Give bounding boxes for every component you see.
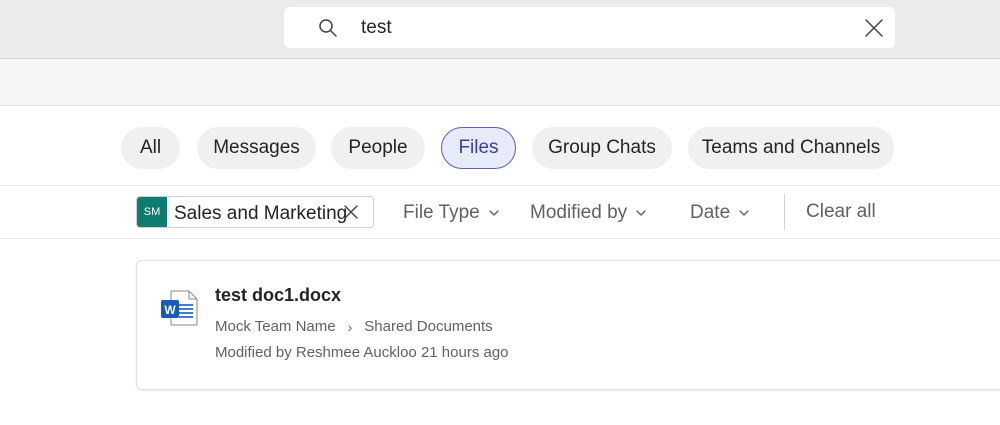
tab-group-chats[interactable]: Group Chats (532, 127, 672, 169)
tab-all[interactable]: All (121, 127, 180, 169)
clear-all-button[interactable]: Clear all (806, 201, 876, 223)
sub-header-bar (0, 59, 1000, 106)
scope-filter-chip[interactable]: SM Sales and Marketing (136, 196, 374, 228)
search-icon (318, 18, 338, 38)
close-icon[interactable] (864, 18, 884, 38)
top-bar (0, 0, 1000, 59)
file-name[interactable]: test doc1.docx (215, 285, 341, 306)
tab-people[interactable]: People (331, 127, 425, 169)
chevron-right-icon: › (347, 318, 353, 335)
result-type-tabs: All Messages People Files Group Chats Te… (0, 127, 1000, 169)
chevron-down-icon (739, 210, 749, 216)
chevron-down-icon (636, 210, 646, 216)
date-label: Date (690, 202, 731, 223)
modified-info: Modified by Reshmee Auckloo 21 hours ago (215, 344, 509, 361)
modified-by-label: Modified by (530, 202, 628, 223)
modified-by-dropdown[interactable]: Modified by (530, 201, 647, 225)
filter-separator (784, 194, 785, 230)
filter-bar: SM Sales and Marketing File Type Modifie… (0, 194, 1000, 230)
svg-text:W: W (164, 303, 176, 317)
team-name: Mock Team Name (215, 318, 336, 335)
scope-filter-label: Sales and Marketing (174, 203, 348, 224)
date-dropdown[interactable]: Date (690, 201, 750, 225)
team-avatar: SM (137, 197, 167, 227)
file-type-label: File Type (403, 202, 480, 223)
divider (0, 238, 1000, 239)
file-result-card[interactable]: W test doc1.docx Mock Team Name › Shared… (136, 260, 1000, 390)
word-document-icon: W (159, 288, 199, 328)
divider (0, 185, 1000, 186)
search-input[interactable] (361, 15, 821, 41)
remove-filter-icon[interactable] (343, 204, 359, 220)
tab-files[interactable]: Files (441, 127, 516, 169)
tab-teams-and-channels[interactable]: Teams and Channels (688, 127, 894, 169)
file-type-dropdown[interactable]: File Type (403, 201, 500, 225)
search-box[interactable] (284, 7, 895, 48)
file-path: Mock Team Name › Shared Documents (215, 318, 493, 335)
folder-name: Shared Documents (364, 318, 493, 335)
chevron-down-icon (489, 210, 499, 216)
tab-messages[interactable]: Messages (197, 127, 316, 169)
